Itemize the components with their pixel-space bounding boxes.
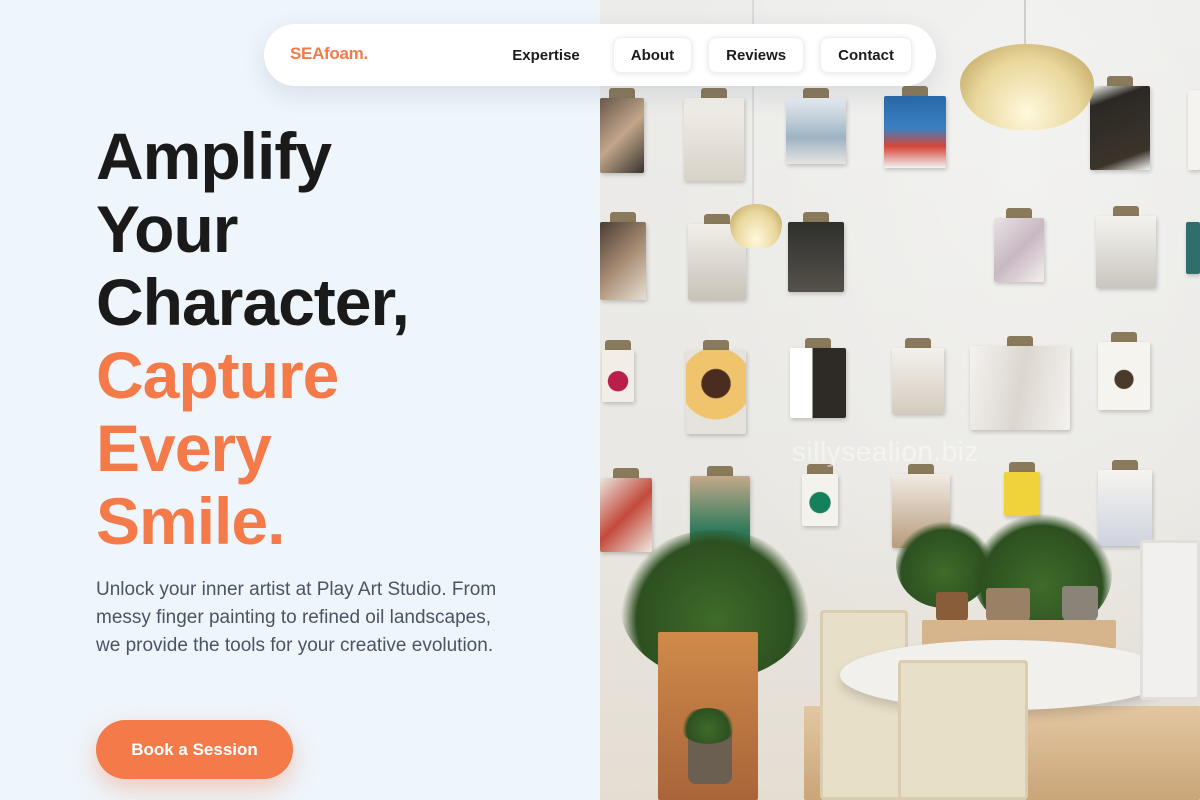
book-session-button[interactable]: Book a Session [96, 720, 293, 779]
clipboard-print [602, 340, 634, 402]
clipboard-print [1004, 462, 1040, 516]
clipboard-print [786, 88, 846, 164]
clipboard-print [994, 208, 1044, 282]
nav-link-contact[interactable]: Contact [820, 37, 912, 73]
pendant-lamp [960, 44, 1094, 130]
nav-link-expertise[interactable]: Expertise [495, 37, 597, 73]
brand-logo[interactable]: SEAfoam. [290, 44, 368, 64]
clipboard-print [802, 464, 838, 526]
clipboard-print [1096, 206, 1156, 288]
plant-pot [986, 588, 1030, 624]
nav-link-about[interactable]: About [612, 37, 693, 73]
clipboard-print [686, 340, 746, 434]
headline-accent-line-3: Smile. [96, 484, 285, 558]
clipboard-print [884, 86, 946, 168]
clipboard-print [684, 88, 744, 181]
studio-photo: sillysealion.biz [600, 0, 1200, 800]
headline-line-1: Amplify [96, 119, 332, 193]
clipboard-print [600, 468, 652, 552]
clipboard-print [1090, 76, 1150, 170]
wooden-chair [820, 610, 908, 800]
clipboard-print [788, 212, 844, 292]
clipboard-print [1188, 80, 1200, 170]
hero-description: Unlock your inner artist at Play Art Stu… [96, 579, 497, 656]
nav-link-reviews[interactable]: Reviews [708, 37, 805, 73]
pendant-lamp [730, 204, 782, 248]
headline-line-2: Your [96, 192, 238, 266]
clipboard-open-magazine [970, 336, 1070, 430]
clipboard-print [1098, 460, 1152, 546]
lamp-cord [1024, 0, 1026, 44]
top-navigation: SEAfoam. Expertise About Reviews Contact [264, 24, 936, 86]
photo-watermark: sillysealion.biz [792, 436, 979, 467]
clipboard-print [600, 88, 644, 173]
plant [680, 708, 736, 744]
headline-accent-line-2: Every [96, 411, 272, 485]
clipboard-print [1186, 212, 1200, 274]
clipboard-print [892, 338, 944, 414]
wooden-chair [898, 660, 1028, 800]
hero-left-panel: Amplify Your Character, Capture Every Sm… [0, 0, 600, 800]
white-chair [1140, 540, 1200, 700]
headline-accent-line-1: Capture [96, 338, 339, 412]
clipboard-print [600, 212, 646, 300]
hero-headline: Amplify Your Character, Capture Every Sm… [96, 119, 410, 558]
plant-pot [1062, 586, 1098, 622]
nav-links: Expertise About Reviews Contact [495, 37, 912, 73]
clipboard-print [790, 338, 846, 418]
clipboard-print [1098, 332, 1150, 410]
headline-line-3: Character, [96, 265, 410, 339]
